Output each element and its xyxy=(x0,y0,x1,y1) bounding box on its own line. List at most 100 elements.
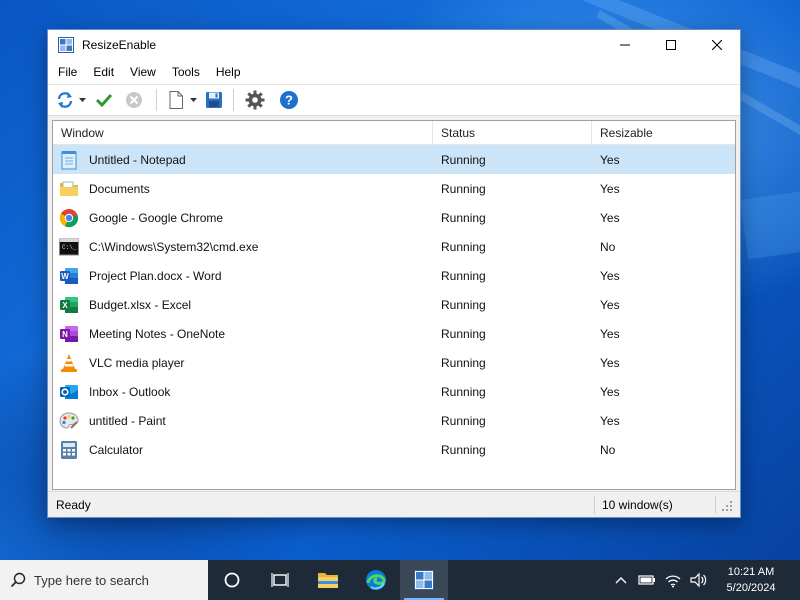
status-value: Running xyxy=(441,181,486,196)
window-name: untitled - Paint xyxy=(89,413,166,428)
status-value: Running xyxy=(441,326,486,341)
column-header-resizable[interactable]: Resizable xyxy=(592,121,735,145)
resize-grip[interactable] xyxy=(716,495,736,515)
resizable-value: Yes xyxy=(600,355,620,370)
network-button[interactable] xyxy=(660,560,686,600)
status-value: Running xyxy=(441,210,486,225)
status-value: Running xyxy=(441,268,486,283)
taskbar-clock[interactable]: 10:21 AM 5/20/2024 xyxy=(712,564,790,596)
volume-button[interactable] xyxy=(686,560,712,600)
minimize-button[interactable] xyxy=(602,30,648,60)
table-row[interactable]: Calculator Running No xyxy=(53,435,735,464)
resizeenable-app-icon xyxy=(58,37,74,53)
status-value: Running xyxy=(441,297,486,312)
taskbar-resizeenable[interactable] xyxy=(400,560,448,600)
excel-icon: X xyxy=(59,295,79,315)
status-value: Running xyxy=(441,152,486,167)
paint-icon xyxy=(59,411,79,431)
battery-button[interactable] xyxy=(634,560,660,600)
table-row[interactable]: Inbox - Outlook Running Yes xyxy=(53,377,735,406)
resizable-value: Yes xyxy=(600,384,620,399)
new-file-dropdown-button[interactable] xyxy=(189,98,197,102)
menu-view[interactable]: View xyxy=(122,60,164,84)
window-name: Google - Google Chrome xyxy=(89,210,224,225)
taskbar-edge[interactable] xyxy=(352,560,400,600)
window-name: C:\Windows\System32\cmd.exe xyxy=(89,239,259,254)
taskbar-file-explorer[interactable] xyxy=(304,560,352,600)
disable-button[interactable] xyxy=(120,88,148,112)
status-value: Running xyxy=(441,239,486,254)
title-bar[interactable]: ResizeEnable xyxy=(48,30,740,60)
svg-text:C:\_: C:\_ xyxy=(62,244,77,251)
table-row[interactable]: N Meeting Notes - OneNote Running Yes xyxy=(53,319,735,348)
refresh-dropdown-button[interactable] xyxy=(78,98,86,102)
column-header-window[interactable]: Window xyxy=(53,121,433,145)
save-button[interactable] xyxy=(203,88,225,112)
table-row[interactable]: Google - Google Chrome Running Yes xyxy=(53,203,735,232)
toolbar-separator xyxy=(156,89,157,111)
resizeenable-window: ResizeEnable File Edit View Tools Help ?… xyxy=(47,29,741,518)
maximize-icon xyxy=(666,40,676,50)
maximize-button[interactable] xyxy=(648,30,694,60)
window-title: ResizeEnable xyxy=(82,38,157,52)
close-button[interactable] xyxy=(694,30,740,60)
status-value: Running xyxy=(441,413,486,428)
menu-edit[interactable]: Edit xyxy=(85,60,122,84)
window-name: Meeting Notes - OneNote xyxy=(89,326,226,341)
resizable-value: Yes xyxy=(600,181,620,196)
help-button[interactable]: ? xyxy=(272,88,306,112)
status-value: Running xyxy=(441,442,486,457)
resizable-value: Yes xyxy=(600,210,620,225)
window-list: Window Status Resizable Untitled - Notep… xyxy=(52,120,736,490)
table-row[interactable]: VLC media player Running Yes xyxy=(53,348,735,377)
wifi-icon xyxy=(665,575,681,588)
menu-tools[interactable]: Tools xyxy=(164,60,208,84)
svg-text:?: ? xyxy=(285,93,293,108)
cancel-icon xyxy=(126,92,142,108)
window-name: Project Plan.docx - Word xyxy=(89,268,222,283)
gear-icon xyxy=(245,90,265,110)
menu-help[interactable]: Help xyxy=(208,60,249,84)
window-name: Budget.xlsx - Excel xyxy=(89,297,192,312)
toolbar: ? xyxy=(48,84,740,116)
enable-resize-button[interactable] xyxy=(92,88,116,112)
word-icon: W xyxy=(59,266,79,286)
vlc-icon xyxy=(59,353,79,373)
table-row[interactable]: Untitled - Notepad Running Yes xyxy=(53,145,735,174)
task-view-cortana-button[interactable] xyxy=(208,560,256,600)
window-name: Calculator xyxy=(89,442,144,457)
taskbar-search-box[interactable]: Type here to search xyxy=(0,560,208,600)
resizable-value: No xyxy=(600,442,616,457)
settings-button[interactable] xyxy=(242,88,268,112)
close-icon xyxy=(712,40,722,50)
help-icon: ? xyxy=(280,91,298,109)
chrome-icon xyxy=(59,208,79,228)
table-row[interactable]: Documents Running Yes xyxy=(53,174,735,203)
table-row[interactable]: C:\_ C:\Windows\System32\cmd.exe Running… xyxy=(53,232,735,261)
table-row[interactable]: W Project Plan.docx - Word Running Yes xyxy=(53,261,735,290)
resizable-value: Yes xyxy=(600,268,620,283)
system-tray: 10:21 AM 5/20/2024 xyxy=(608,560,800,600)
table-row[interactable]: X Budget.xlsx - Excel Running Yes xyxy=(53,290,735,319)
show-desktop-button[interactable] xyxy=(790,560,800,600)
menu-file[interactable]: File xyxy=(50,60,85,84)
new-file-button[interactable] xyxy=(165,88,187,112)
refresh-icon xyxy=(57,92,73,108)
search-icon xyxy=(10,572,26,588)
documents-folder-icon xyxy=(59,179,79,199)
refresh-button[interactable] xyxy=(54,88,76,112)
window-name: Inbox - Outlook xyxy=(89,384,171,399)
table-row[interactable]: untitled - Paint Running Yes xyxy=(53,406,735,435)
menu-bar: File Edit View Tools Help xyxy=(48,60,740,84)
column-header-status[interactable]: Status xyxy=(433,121,592,145)
svg-text:W: W xyxy=(61,272,69,281)
window-name: Untitled - Notepad xyxy=(89,152,186,167)
svg-text:X: X xyxy=(62,301,68,310)
task-view-button[interactable] xyxy=(256,560,304,600)
cortana-icon xyxy=(224,572,240,588)
clock-time: 10:21 AM xyxy=(727,566,775,578)
notepad-icon xyxy=(59,150,79,170)
show-hidden-icons-button[interactable] xyxy=(608,560,634,600)
resizable-value: Yes xyxy=(600,326,620,341)
resizable-value: No xyxy=(600,239,616,254)
